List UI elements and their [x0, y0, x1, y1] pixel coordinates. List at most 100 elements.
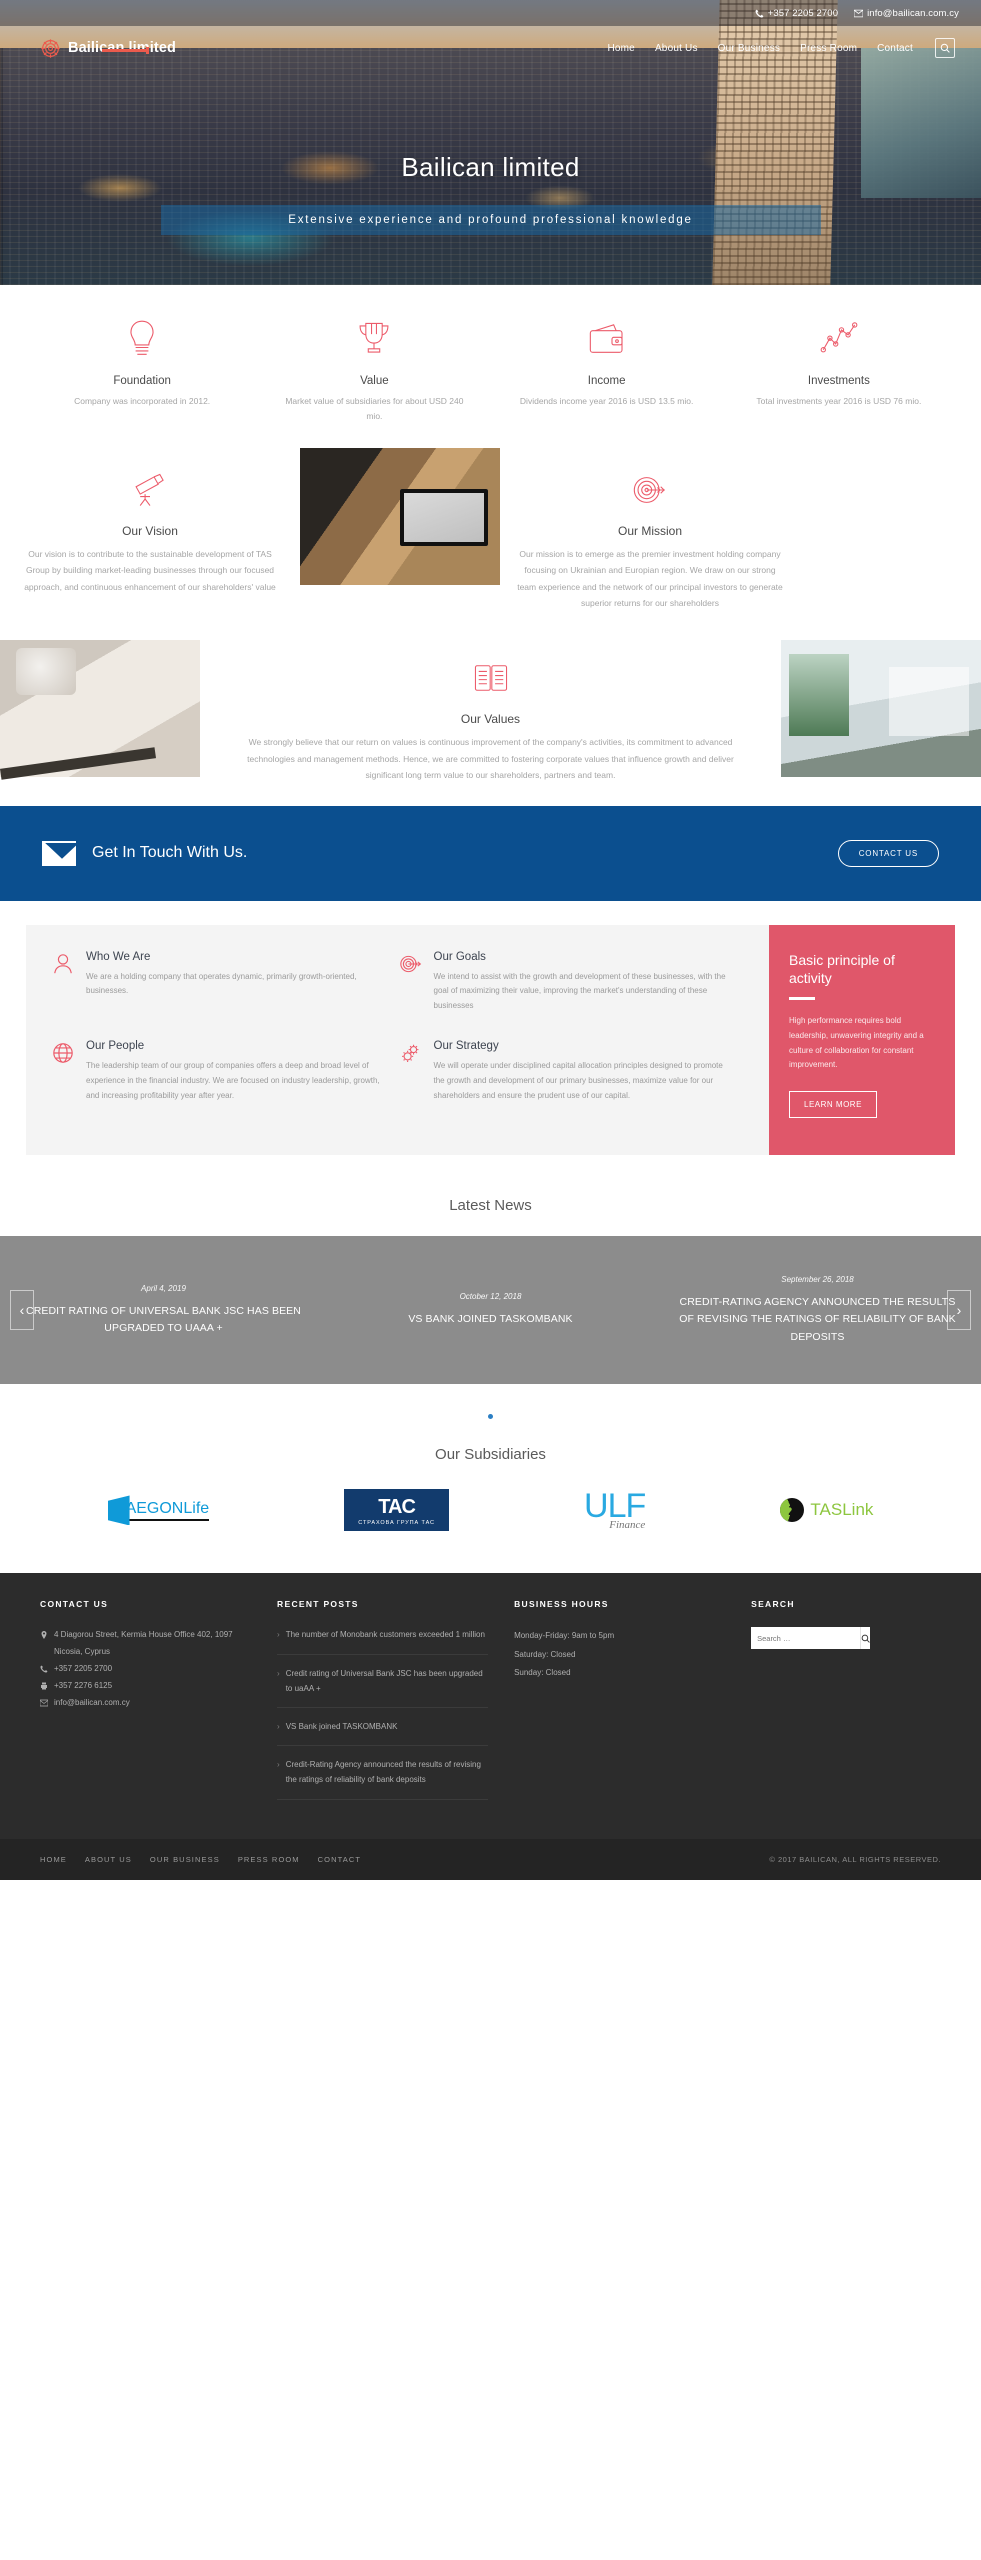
printer-icon: [41, 1682, 47, 1690]
envelope-icon: [854, 9, 864, 17]
nav-item-contact[interactable]: Contact: [877, 43, 913, 54]
footer-hours-weekdays: Monday-Friday: 9am to 5pm: [514, 1631, 615, 1641]
nav-item-press-room[interactable]: Press Room: [800, 43, 857, 54]
values-card: Our Values We strongly believe that our …: [200, 640, 781, 806]
book-icon: [238, 658, 743, 698]
nav-search-button[interactable]: [935, 38, 955, 58]
news-dot-active[interactable]: [488, 1414, 493, 1420]
search-submit-button[interactable]: [860, 1627, 871, 1650]
learn-more-button[interactable]: LEARN MORE: [789, 1091, 877, 1119]
contact-us-button[interactable]: CONTACT US: [837, 839, 939, 867]
stat-foundation: Foundation Company was incorporated in 2…: [26, 317, 258, 424]
footer-nav-home[interactable]: HOME: [40, 1855, 67, 1864]
chart-line-icon: [741, 317, 937, 361]
chevron-right-icon: ›: [277, 1630, 280, 1640]
news-next-button[interactable]: ›: [947, 1290, 971, 1331]
footer-search-box: [751, 1627, 871, 1650]
vision-text: Our vision is to contribute to the susta…: [24, 548, 276, 592]
footer-search-column: SEARCH: [751, 1599, 941, 1810]
aegon-accent-text: Life: [183, 1499, 210, 1517]
mission-title: Our Mission: [617, 523, 682, 538]
subsidiaries-logos: AEGONLife TAC СТРАХОВА ГРУПА ТАС ULF Fin…: [0, 1489, 981, 1574]
footer-recent-posts-column: RECENT POSTS › The number of Monobank cu…: [277, 1599, 489, 1810]
principle-title: Our Strategy: [433, 1040, 499, 1053]
footer-nav-contact[interactable]: CONTACT: [318, 1855, 361, 1864]
stat-title: Foundation: [113, 375, 171, 387]
topbar-email-label: info@bailican.com.cy: [867, 7, 959, 19]
footer-recent-post-item[interactable]: › Credit-Rating Agency announced the res…: [277, 1757, 489, 1800]
news-carousel: ‹ April 4, 2019 CREDIT RATING OF UNIVERS…: [0, 1236, 981, 1385]
chevron-right-icon: ›: [277, 1760, 280, 1770]
ulf-finance-logo[interactable]: ULF Finance: [584, 1489, 646, 1530]
globe-icon: [52, 1040, 74, 1103]
values-text: We strongly believe that our return on v…: [247, 737, 734, 781]
stat-title: Value: [360, 375, 389, 387]
footer-recent-post-text: Credit-Rating Agency announced the resul…: [285, 1760, 481, 1785]
footer-nav-about-us[interactable]: ABOUT US: [85, 1855, 132, 1864]
latest-news-heading: Latest News: [0, 1181, 981, 1237]
map-pin-icon: [41, 1631, 47, 1640]
search-input[interactable]: [751, 1627, 861, 1650]
topbar-email[interactable]: info@bailican.com.cy: [854, 8, 959, 19]
principle-text: The leadership team of our group of comp…: [86, 1061, 380, 1100]
footer-phone-text: +357 2205 2700: [54, 1664, 113, 1674]
footer-recent-post-item[interactable]: › The number of Monobank customers excee…: [277, 1627, 489, 1655]
phone-icon: [755, 9, 764, 17]
tac-main-text: TAC: [378, 1496, 416, 1519]
main-navbar: Bailican limited Home About Us Our Busin…: [0, 26, 981, 70]
chevron-right-icon: ›: [277, 1668, 280, 1678]
basic-principle-text: High performance requires bold leadershi…: [789, 1016, 924, 1070]
footer-nav-press-room[interactable]: PRESS ROOM: [238, 1855, 300, 1864]
tac-logo[interactable]: TAC СТРАХОВА ГРУПА ТАС: [344, 1489, 449, 1532]
news-card[interactable]: April 4, 2019 CREDIT RATING OF UNIVERSAL…: [0, 1284, 327, 1338]
footer-recent-post-item[interactable]: › VS Bank joined TASKOMBANK: [277, 1719, 489, 1747]
taslink-accent-text: Link: [842, 1500, 874, 1520]
stat-investments: Investments Total investments year 2016 …: [723, 317, 955, 424]
topbar-phone[interactable]: +357 2205 2700: [755, 8, 838, 19]
footer-fax: +357 2276 6125: [40, 1678, 251, 1695]
footer-email[interactable]: info@bailican.com.cy: [40, 1695, 251, 1712]
nav-item-our-business[interactable]: Our Business: [718, 43, 780, 54]
hero-title: Bailican limited: [401, 152, 580, 182]
news-card[interactable]: September 26, 2018 CREDIT-RATING AGENCY …: [654, 1275, 981, 1346]
site-footer: CONTACT US 4 Diagorou Street, Kermia Hou…: [0, 1573, 981, 1839]
logo-underline-accent: [102, 49, 148, 52]
footer-contact-column: CONTACT US 4 Diagorou Street, Kermia Hou…: [40, 1599, 251, 1810]
news-pagination-dots: [0, 1384, 981, 1435]
principle-our-goals: Our Goals We intend to assist with the g…: [399, 951, 748, 1014]
news-headline: CREDIT RATING OF UNIVERSAL BANK JSC HAS …: [26, 1304, 301, 1334]
principle-our-strategy: Our Strategy We will operate under disci…: [400, 1040, 748, 1103]
basic-principle-title: Basic principle of activity: [789, 951, 895, 986]
news-card[interactable]: October 12, 2018 VS BANK JOINED TASKOMBA…: [327, 1292, 654, 1328]
topbar-phone-label: +357 2205 2700: [767, 7, 839, 19]
news-date: April 4, 2019: [141, 1283, 186, 1293]
basic-principle-panel: Basic principle of activity High perform…: [769, 924, 955, 1156]
site-logo[interactable]: Bailican limited: [40, 38, 176, 59]
target-icon: [399, 951, 422, 1014]
vision-title: Our Vision: [122, 523, 178, 538]
aegon-mark-icon: [107, 1495, 130, 1526]
vision-card: Our Vision Our vision is to contribute t…: [0, 448, 300, 640]
footer-recent-post-item[interactable]: › Credit rating of Universal Bank JSC ha…: [277, 1666, 489, 1709]
top-contact-bar: +357 2205 2700 info@bailican.com.cy: [0, 0, 981, 26]
stats-section: Foundation Company was incorporated in 2…: [0, 285, 981, 448]
stat-desc: Market value of subsidiaries for about U…: [285, 396, 464, 421]
nav-item-home[interactable]: Home: [607, 43, 634, 54]
aegon-life-logo[interactable]: AEGONLife: [107, 1495, 210, 1526]
nav-item-about-us[interactable]: About Us: [655, 43, 698, 54]
footer-phone[interactable]: +357 2205 2700: [40, 1661, 251, 1678]
taslink-logo[interactable]: TASLink: [780, 1498, 874, 1523]
principle-our-people: Our People The leadership team of our gr…: [52, 1040, 400, 1103]
telescope-icon: [16, 470, 284, 510]
news-prev-button[interactable]: ‹: [10, 1290, 34, 1331]
desk-laptop-photo: [300, 447, 500, 585]
get-in-touch-heading: Get In Touch With Us.: [92, 844, 248, 862]
footer-address-text: 4 Diagorou Street, Kermia House Office 4…: [54, 1630, 233, 1657]
envelope-icon: [42, 840, 76, 866]
search-icon: [861, 1634, 870, 1643]
vision-mission-row: Our Vision Our vision is to contribute t…: [0, 447, 981, 640]
principle-text: We will operate under disciplined capita…: [433, 1061, 723, 1100]
hero-subtitle: Extensive experience and profound profes…: [160, 205, 821, 235]
footer-nav-our-business[interactable]: OUR BUSINESS: [150, 1855, 220, 1864]
principle-who-we-are: Who We Are We are a holding company that…: [52, 951, 400, 1014]
